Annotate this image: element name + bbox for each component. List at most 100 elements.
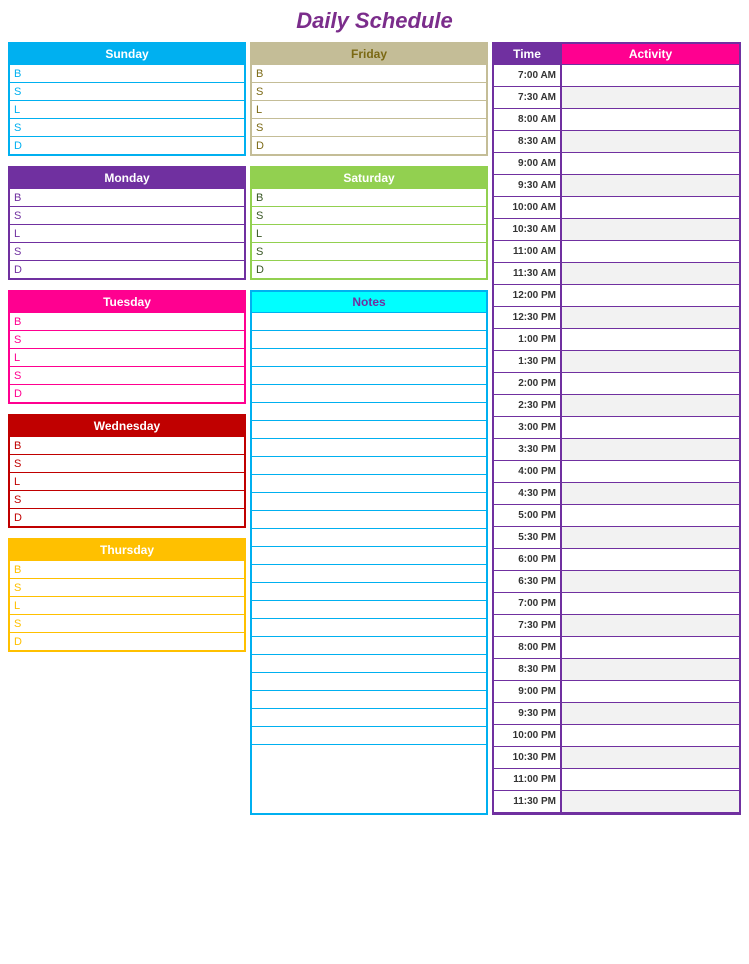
tuesday-row-l[interactable]: L — [10, 348, 244, 366]
thursday-row-d[interactable]: D — [10, 632, 244, 650]
monday-row-s1[interactable]: S — [10, 206, 244, 224]
thursday-row-s2[interactable]: S — [10, 614, 244, 632]
notes-header: Notes — [252, 292, 486, 312]
notes-row-17[interactable] — [252, 600, 486, 618]
wednesday-row-l[interactable]: L — [10, 472, 244, 490]
activity-cell-0100pm[interactable] — [562, 329, 739, 351]
monday-row-b[interactable]: B — [10, 188, 244, 206]
notes-row-19[interactable] — [252, 636, 486, 654]
notes-row-8[interactable] — [252, 438, 486, 456]
time-cell-0130pm: 1:30 PM — [494, 351, 560, 373]
activity-cell-0930pm[interactable] — [562, 703, 739, 725]
time-cell-1130pm: 11:30 PM — [494, 791, 560, 813]
activity-cell-0830am[interactable] — [562, 131, 739, 153]
activity-cell-1230pm[interactable] — [562, 307, 739, 329]
activity-cell-0600pm[interactable] — [562, 549, 739, 571]
saturday-row-l[interactable]: L — [252, 224, 486, 242]
wednesday-row-s2[interactable]: S — [10, 490, 244, 508]
notes-row-1[interactable] — [252, 312, 486, 330]
saturday-row-b[interactable]: B — [252, 188, 486, 206]
thursday-row-s1[interactable]: S — [10, 578, 244, 596]
thursday-row-l[interactable]: L — [10, 596, 244, 614]
activity-cell-1100pm[interactable] — [562, 769, 739, 791]
notes-row-6[interactable] — [252, 402, 486, 420]
saturday-row-s1[interactable]: S — [252, 206, 486, 224]
notes-row-15[interactable] — [252, 564, 486, 582]
notes-row-20[interactable] — [252, 654, 486, 672]
activity-cell-1030pm[interactable] — [562, 747, 739, 769]
sunday-row-b[interactable]: B — [10, 64, 244, 82]
notes-row-11[interactable] — [252, 492, 486, 510]
friday-row-d[interactable]: D — [252, 136, 486, 154]
sunday-row-l[interactable]: L — [10, 100, 244, 118]
wednesday-row-s1[interactable]: S — [10, 454, 244, 472]
tuesday-row-s2[interactable]: S — [10, 366, 244, 384]
activity-cell-0430pm[interactable] — [562, 483, 739, 505]
notes-row-7[interactable] — [252, 420, 486, 438]
wednesday-row-d[interactable]: D — [10, 508, 244, 526]
notes-row-5[interactable] — [252, 384, 486, 402]
friday-row-s1[interactable]: S — [252, 82, 486, 100]
notes-row-2[interactable] — [252, 330, 486, 348]
notes-row-13[interactable] — [252, 528, 486, 546]
activity-cell-0130pm[interactable] — [562, 351, 739, 373]
monday-row-s2[interactable]: S — [10, 242, 244, 260]
activity-cell-1000pm[interactable] — [562, 725, 739, 747]
friday-row-s2[interactable]: S — [252, 118, 486, 136]
notes-row-4[interactable] — [252, 366, 486, 384]
sunday-row-d[interactable]: D — [10, 136, 244, 154]
activity-cell-0200pm[interactable] — [562, 373, 739, 395]
activity-cell-0730am[interactable] — [562, 87, 739, 109]
activity-cell-0230pm[interactable] — [562, 395, 739, 417]
notes-row-12[interactable] — [252, 510, 486, 528]
activity-cell-0300pm[interactable] — [562, 417, 739, 439]
friday-row-b[interactable]: B — [252, 64, 486, 82]
activity-cell-0700pm[interactable] — [562, 593, 739, 615]
activity-cell-0700am[interactable] — [562, 65, 739, 87]
activity-cell-1130am[interactable] — [562, 263, 739, 285]
activity-cell-1000am[interactable] — [562, 197, 739, 219]
activity-cell-1030am[interactable] — [562, 219, 739, 241]
notes-row-23[interactable] — [252, 708, 486, 726]
wednesday-row-b[interactable]: B — [10, 436, 244, 454]
sunday-row-s2[interactable]: S — [10, 118, 244, 136]
tuesday-row-d[interactable]: D — [10, 384, 244, 402]
activity-cell-1100am[interactable] — [562, 241, 739, 263]
tuesday-row-s1[interactable]: S — [10, 330, 244, 348]
tuesday-row-b[interactable]: B — [10, 312, 244, 330]
activity-cell-0800pm[interactable] — [562, 637, 739, 659]
notes-row-21[interactable] — [252, 672, 486, 690]
activity-cell-0800am[interactable] — [562, 109, 739, 131]
monday-row-d[interactable]: D — [10, 260, 244, 278]
activity-cell-0900pm[interactable] — [562, 681, 739, 703]
time-cell-0800pm: 8:00 PM — [494, 637, 560, 659]
notes-row-24[interactable] — [252, 726, 486, 744]
notes-row-10[interactable] — [252, 474, 486, 492]
notes-row-14[interactable] — [252, 546, 486, 564]
notes-row-25[interactable] — [252, 744, 486, 762]
notes-row-3[interactable] — [252, 348, 486, 366]
activity-cell-1130pm[interactable] — [562, 791, 739, 813]
notes-row-16[interactable] — [252, 582, 486, 600]
thursday-row-b[interactable]: B — [10, 560, 244, 578]
activity-cell-0500pm[interactable] — [562, 505, 739, 527]
activity-cell-0630pm[interactable] — [562, 571, 739, 593]
saturday-row-s2[interactable]: S — [252, 242, 486, 260]
activity-cell-1200pm[interactable] — [562, 285, 739, 307]
notes-row-9[interactable] — [252, 456, 486, 474]
notes-row-22[interactable] — [252, 690, 486, 708]
activity-cell-0530pm[interactable] — [562, 527, 739, 549]
notes-row-18[interactable] — [252, 618, 486, 636]
activity-cell-0400pm[interactable] — [562, 461, 739, 483]
time-cell-1000am: 10:00 AM — [494, 197, 560, 219]
activity-cell-0930am[interactable] — [562, 175, 739, 197]
friday-row-l[interactable]: L — [252, 100, 486, 118]
activity-cell-0730pm[interactable] — [562, 615, 739, 637]
saturday-row-d[interactable]: D — [252, 260, 486, 278]
time-cell-0800am: 8:00 AM — [494, 109, 560, 131]
sunday-row-s1[interactable]: S — [10, 82, 244, 100]
activity-cell-0330pm[interactable] — [562, 439, 739, 461]
monday-row-l[interactable]: L — [10, 224, 244, 242]
activity-cell-0830pm[interactable] — [562, 659, 739, 681]
activity-cell-0900am[interactable] — [562, 153, 739, 175]
